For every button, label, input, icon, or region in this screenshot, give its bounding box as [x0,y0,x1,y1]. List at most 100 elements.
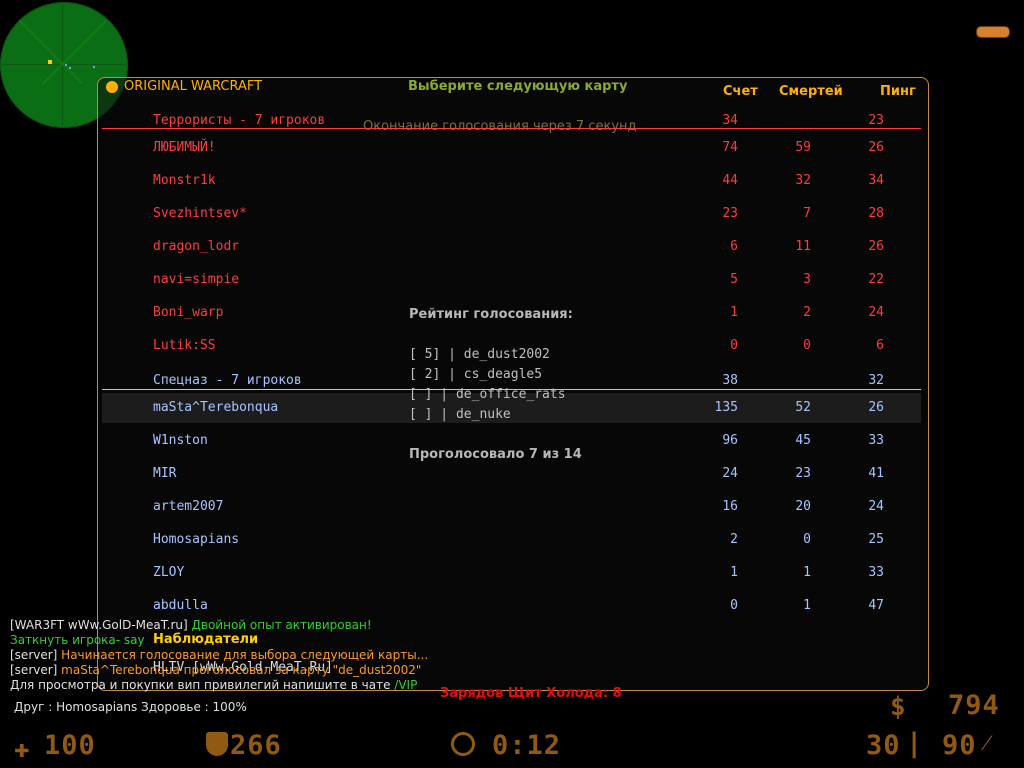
player-name: Svezhintsev* [153,206,247,221]
player-name: artem2007 [153,499,224,514]
player-ping: 33 [868,565,884,580]
chat-prefix: [server] [10,663,62,677]
player-name: Boni_warp [153,305,224,320]
chat-line: [WAR3FT wWw.GolD-MeaT.ru] Двойной опыт а… [10,618,372,632]
radar-player-dot [48,60,52,64]
ammo-icon: ⁄ [985,731,989,756]
header-score: Счет [723,84,758,99]
table-row[interactable]: dragon_lodr 6 11 26 [153,237,913,257]
vote-option[interactable]: [ 5] | de_dust2002 [409,347,550,362]
dollar-icon: $ [890,692,906,722]
reserve-ammo: 90 [942,730,977,761]
vote-option[interactable]: [ 2] | cs_deagle5 [409,367,542,382]
player-score: 1 [730,305,738,320]
money-value: 794 [948,690,1000,721]
player-ping: 28 [868,206,884,221]
player-deaths: 0 [803,338,811,353]
player-ping: 33 [868,433,884,448]
table-row[interactable]: MIR 24 23 41 [153,464,913,484]
player-score: 2 [730,532,738,547]
armor-value: 266 [230,730,282,761]
team-ping: 23 [868,113,884,128]
player-score: 96 [722,433,738,448]
player-deaths: 2 [803,305,811,320]
player-score: 24 [722,466,738,481]
player-ping: 25 [868,532,884,547]
vote-title: Выберите следующую карту [408,79,628,94]
player-name: ZLOY [153,565,185,580]
player-deaths: 1 [803,598,811,613]
round-timer: 0:12 [492,730,562,761]
team-score: 38 [722,373,738,388]
table-row[interactable]: Monstr1k 44 32 34 [153,171,913,191]
health-value: 100 [44,730,96,761]
team-label: Спецназ - 7 игроков [153,373,302,388]
chat-line: Для просмотра и покупки вип привилегий н… [10,678,417,692]
chat-message: maSta^Terebonqua проголосовал за карту "… [61,663,422,677]
player-score: 74 [722,140,738,155]
radar-teammate-dot [65,64,67,66]
player-deaths: 1 [803,565,811,580]
header-deaths: Смертей [779,84,843,99]
player-score: 23 [722,206,738,221]
health-cross-icon: ✚ [14,734,30,764]
player-ping: 24 [868,499,884,514]
chat-line: [server] maSta^Terebonqua проголосовал з… [10,663,421,677]
player-ping: 24 [868,305,884,320]
player-name: W1nston [153,433,208,448]
table-row[interactable]: abdulla 0 1 47 [153,596,913,616]
player-name: ЛЮБИМЫЙ! [153,140,216,155]
player-score: 6 [730,239,738,254]
player-deaths: 45 [795,433,811,448]
player-ping: 22 [868,272,884,287]
radar-teammate-dot [93,66,95,68]
player-score: 16 [722,499,738,514]
terrorist-divider [102,128,921,129]
player-deaths: 32 [795,173,811,188]
timer-clock-icon [451,732,475,756]
table-row[interactable]: Svezhintsev* 23 7 28 [153,204,913,224]
chat-message: Начинается голосование для выбора следую… [61,648,429,662]
table-row[interactable]: Homosapians 2 0 25 [153,530,913,550]
player-deaths: 3 [803,272,811,287]
player-ping: 26 [868,140,884,155]
player-deaths: 52 [795,400,811,415]
clip-ammo: 30 [866,730,901,761]
vote-countdown: Окончание голосования через 7 секунд [363,119,637,134]
table-row[interactable]: artem2007 16 20 24 [153,497,913,517]
chat-line: [server] Начинается голосование для выбо… [10,648,428,662]
chat-line: Заткнуть игрока- say [10,633,145,647]
vote-option[interactable]: [ ] | de_office_rats [409,387,566,402]
team-score: 34 [722,113,738,128]
table-row[interactable]: ZLOY 1 1 33 [153,563,913,583]
player-deaths: 59 [795,140,811,155]
table-row[interactable]: ЛЮБИМЫЙ! 74 59 26 [153,138,913,158]
player-ping: 6 [876,338,884,353]
table-row[interactable]: navi=simpie 5 3 22 [153,270,913,290]
player-name: MIR [153,466,177,481]
radar-teammate-dot [69,67,71,69]
player-ping: 26 [868,239,884,254]
player-name: Monstr1k [153,173,216,188]
server-icon [106,81,118,93]
player-name: abdulla [153,598,208,613]
player-score: 0 [730,598,738,613]
player-deaths: 23 [795,466,811,481]
player-deaths: 20 [795,499,811,514]
spectators-label: Наблюдатели [153,632,259,647]
player-name: maSta^Terebonqua [153,400,279,415]
bullet-icon [976,26,1010,38]
player-deaths: 7 [803,206,811,221]
vote-option[interactable]: [ ] | de_nuke [409,407,511,422]
vote-count: Проголосовало 7 из 14 [409,447,582,462]
player-deaths: 0 [803,532,811,547]
chat-prefix: [WAR3FT wWw.GolD-MeaT.ru] [10,618,192,632]
chat-message: Двойной опыт активирован! [191,618,372,632]
player-score: 1 [730,565,738,580]
player-name: dragon_lodr [153,239,240,254]
player-ping: 26 [868,400,884,415]
player-score: 0 [730,338,738,353]
chat-command: /VIP [394,678,418,692]
armor-shield-icon [206,732,228,756]
player-name: navi=simpie [153,272,240,287]
